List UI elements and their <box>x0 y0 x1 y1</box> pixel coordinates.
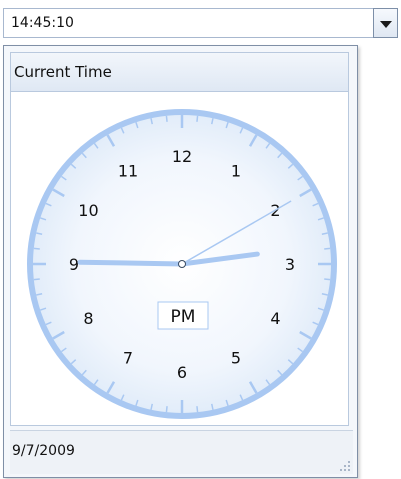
popup-footer: 9/7/2009 <box>10 430 353 474</box>
minute-tick <box>165 115 168 122</box>
time-picker[interactable]: 14:45:10 <box>0 8 401 38</box>
time-input[interactable]: 14:45:10 <box>3 8 380 38</box>
minute-tick <box>33 247 40 250</box>
am-pm-label: PM <box>171 307 196 327</box>
clock-numeral-6: 6 <box>177 363 187 382</box>
minute-hand[interactable] <box>77 259 185 267</box>
minute-tick <box>196 115 199 122</box>
dropdown-button[interactable] <box>373 8 398 38</box>
clock-numeral-8: 8 <box>83 309 93 328</box>
clock-center-pin <box>178 260 186 268</box>
analog-clock[interactable]: 121234567891011 PM <box>11 92 350 426</box>
clock-numeral-12: 12 <box>172 147 192 166</box>
clock-panel: 121234567891011 PM <box>10 92 349 426</box>
clock-numeral-9: 9 <box>69 255 79 274</box>
minute-tick <box>324 247 331 250</box>
minute-tick <box>165 406 168 413</box>
clock-numeral-1: 1 <box>231 161 241 180</box>
clock-numeral-11: 11 <box>118 161 138 180</box>
resize-grip-icon[interactable] <box>338 459 350 471</box>
minute-tick <box>196 406 199 413</box>
clock-numeral-5: 5 <box>231 349 241 368</box>
clock-numeral-7: 7 <box>123 349 133 368</box>
clock-numeral-10: 10 <box>78 201 98 220</box>
clock-numeral-4: 4 <box>270 309 280 328</box>
minute-tick <box>324 278 331 281</box>
time-popup: Current Time 121234567891011 PM 9/7/2009 <box>3 45 358 478</box>
chevron-down-icon <box>380 21 392 28</box>
popup-title: Current Time <box>10 52 349 92</box>
minute-tick <box>33 278 40 281</box>
clock-numeral-3: 3 <box>285 255 295 274</box>
date-label: 9/7/2009 <box>12 443 75 459</box>
